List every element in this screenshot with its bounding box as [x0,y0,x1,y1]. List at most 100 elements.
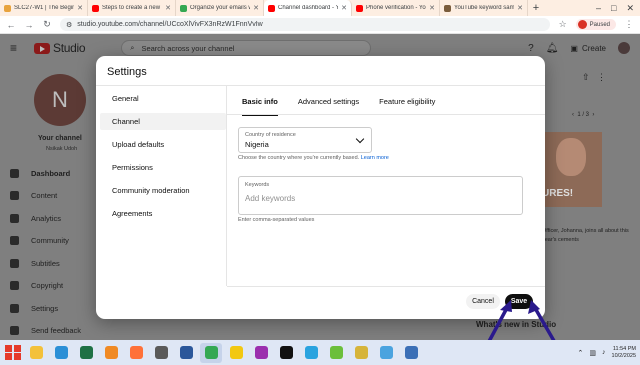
footer-divider [227,286,545,287]
sidebar-item-settings[interactable]: Settings [10,301,81,316]
settings-nav-upload-defaults[interactable]: Upload defaults [100,136,226,153]
taskbar-app-yellow-icon[interactable] [225,343,247,363]
taskbar-telegram-icon[interactable] [300,343,322,363]
windows-taskbar: ⌃ ▥ ♪ 11:54 PM 10/2/2025 [0,340,640,365]
tab-close-icon[interactable]: ✕ [429,4,435,12]
taskbar-file-explorer-icon[interactable] [25,343,47,363]
taskbar-vlc-icon[interactable] [100,343,122,363]
maximize-icon[interactable]: □ [611,3,616,13]
studio-logo[interactable]: Studio [34,41,86,55]
browser-menu-icon[interactable]: ⋮ [624,19,634,30]
edge-glyph [54,346,68,359]
browser-tab[interactable]: YouTube keyword sam ✕ [440,0,528,16]
settings-nav-agreements[interactable]: Agreements [100,205,226,222]
keywords-field[interactable]: Keywords [238,176,523,215]
taskbar-app-purple-icon[interactable] [250,343,272,363]
browser-tab-bar: SLC27-W1 | The Begin ✕ Steps to create a n… [0,0,640,16]
minimize-icon[interactable]: – [596,3,601,13]
taskbar-excel-icon[interactable] [75,343,97,363]
taskbar-edge-icon[interactable] [50,343,72,363]
taskbar-app-badge-icon[interactable] [150,343,172,363]
taskbar-app-media-icon[interactable] [350,343,372,363]
reload-icon[interactable]: ↻ [42,19,52,30]
tab-close-icon[interactable]: ✕ [77,4,83,12]
sidebar-item-copyright[interactable]: Copyright [10,279,81,294]
browser-tab[interactable]: Organize your emails w ✕ [176,0,264,16]
studio-search-input[interactable]: ⌕ Search across your channel [121,40,372,56]
tab-close-icon[interactable]: ✕ [165,4,171,12]
tab-title: Channel dashboard - Yo [278,5,339,11]
tab-favicon-icon [180,4,187,12]
sidebar-item-content[interactable]: Content [10,189,81,204]
site-info-icon[interactable]: ⚙ [66,21,72,29]
country-helper-text: Choose the country where you're currentl… [238,155,360,161]
dialog-title: Settings [107,66,147,78]
windows-start-icon[interactable] [4,344,22,362]
window-controls: – □ ✕ [596,0,640,16]
tab-favicon-icon [356,4,363,12]
tray-chevron-up-icon[interactable]: ⌃ [578,349,584,357]
person-face [556,138,586,176]
keywords-input[interactable] [245,194,505,203]
volume-icon[interactable]: ♪ [602,349,606,356]
country-helper: Choose the country where you're currentl… [238,155,389,161]
sidebar-item-label: Analytics [31,213,62,223]
tabs-divider [227,114,545,115]
settings-nav-community-moderation[interactable]: Community moderation [100,182,226,199]
taskbar-app-grid-icon[interactable] [400,343,422,363]
sidebar-item-icon [10,303,19,313]
tab-close-icon[interactable]: ✕ [253,4,259,12]
sidebar-item-analytics[interactable]: Analytics [10,211,81,226]
sidebar-item-icon [10,281,19,291]
search-icon: ⌕ [130,43,135,52]
forward-icon[interactable]: → [24,20,34,30]
learn-more-link[interactable]: Learn more [361,155,389,161]
help-icon[interactable]: ? [528,43,534,54]
browser-tab[interactable]: Channel dashboard - Yo ✕ [264,0,352,16]
sidebar-item-label: Dashboard [31,168,71,178]
taskbar-app-green-icon[interactable] [325,343,347,363]
new-tab-button[interactable]: + [528,0,544,16]
search-placeholder: Search across your channel [141,43,235,53]
taskbar-x-icon[interactable] [275,343,297,363]
close-window-icon[interactable]: ✕ [626,3,634,14]
bookmark-icon[interactable]: ☆ [558,19,568,30]
sidebar-item-send-feedback[interactable]: Send feedback [10,324,81,339]
sidebar-item-community[interactable]: Community [10,234,81,249]
taskbar-app-photos-icon[interactable] [375,343,397,363]
browser-tab[interactable]: Steps to create a new Y ✕ [88,0,176,16]
hamburger-menu-icon[interactable]: ≡ [10,41,28,55]
country-select[interactable]: Country of residence Nigeria [238,127,372,153]
sidebar-item-dashboard[interactable]: Dashboard [10,166,81,181]
sidebar-item-subtitles[interactable]: Subtitles [10,256,81,271]
cancel-button[interactable]: Cancel [466,294,500,309]
create-button[interactable]: ▣ Create [570,44,606,53]
clock[interactable]: 11:54 PM 10/2/2025 [612,346,636,360]
taskbar-word-icon[interactable] [175,343,197,363]
browser-tab[interactable]: SLC27-W1 | The Begin ✕ [0,0,88,16]
sidebar-item-label: Copyright [31,281,64,291]
notifications-icon[interactable]: 🔔︎ [546,43,559,54]
sidebar-item-icon [10,213,19,223]
tab-close-icon[interactable]: ✕ [341,4,347,12]
save-button[interactable]: Save [505,294,533,309]
taskbar-firefox-icon[interactable] [125,343,147,363]
sidebar-item-icon [10,258,19,268]
network-icon[interactable]: ▥ [589,349,596,357]
browser-tab[interactable]: Phone verification - You ✕ [352,0,440,16]
tab-close-icon[interactable]: ✕ [517,4,523,12]
tab-title: SLC27-W1 | The Begin [14,5,75,11]
settings-nav-permissions[interactable]: Permissions [100,159,226,176]
back-icon[interactable]: ← [6,20,16,30]
url-bar[interactable]: ⚙ studio.youtube.com/channel/UCcoXlVivFX… [60,18,550,31]
account-avatar[interactable] [618,42,630,54]
settings-nav-channel[interactable]: Channel [100,113,226,130]
settings-nav-general[interactable]: General [100,90,226,107]
taskbar-chrome-icon[interactable] [200,342,222,363]
word-glyph [179,346,193,359]
tab-favicon-icon [92,4,99,12]
whats-new-heading: What's new in Studio [476,320,557,329]
youtube-play-icon [34,42,50,54]
profile-button[interactable]: Paused [575,19,616,30]
app-photos-glyph [379,346,393,359]
